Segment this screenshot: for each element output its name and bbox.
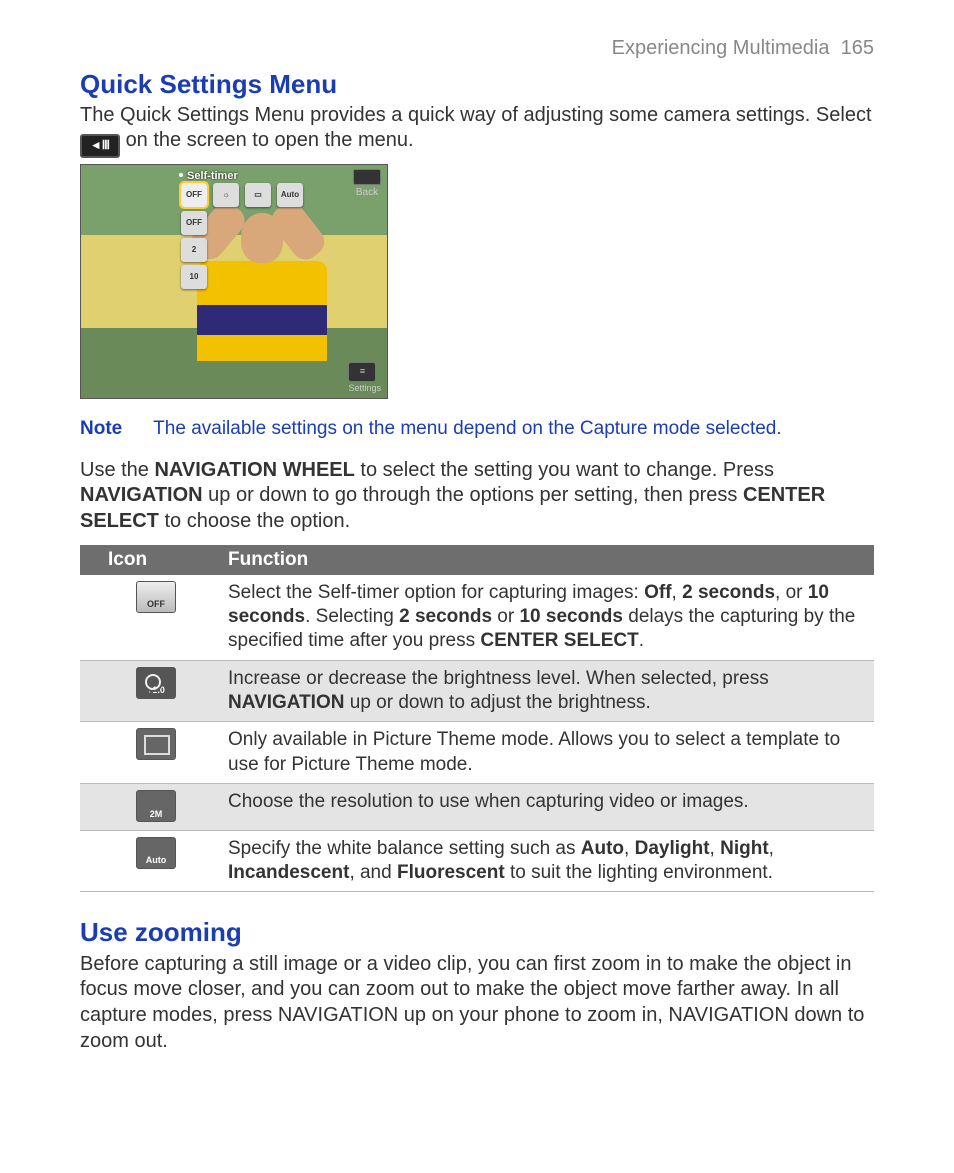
photo-background bbox=[241, 213, 283, 263]
self-timer-off-icon: OFF bbox=[181, 183, 207, 207]
table-row: OFF Select the Self-timer option for cap… bbox=[80, 575, 874, 660]
white-balance-icon: Auto bbox=[136, 837, 176, 869]
instr-c: up or down to go through the options per… bbox=[203, 484, 743, 506]
intro-paragraph: The Quick Settings Menu provides a quick… bbox=[80, 103, 874, 159]
cell-function: Choose the resolution to use when captur… bbox=[218, 784, 874, 831]
table-row: 2M Choose the resolution to use when cap… bbox=[80, 784, 874, 831]
intro-text-a: The Quick Settings Menu provides a quick… bbox=[80, 104, 872, 126]
table-row: Auto Specify the white balance setting s… bbox=[80, 830, 874, 892]
resolution-icon: 2M bbox=[136, 790, 176, 822]
function-table: Icon Function OFF Select the Self-timer … bbox=[80, 545, 874, 893]
brightness-icon: +1.0 bbox=[136, 667, 176, 699]
section-title: Experiencing Multimedia bbox=[612, 37, 830, 59]
cell-function: Specify the white balance setting such a… bbox=[218, 830, 874, 892]
instr-b: to select the setting you want to change… bbox=[355, 459, 774, 481]
heading-quick-settings: Quick Settings Menu bbox=[80, 68, 874, 101]
back-softkey-icon bbox=[353, 169, 381, 185]
cell-function: Increase or decrease the brightness leve… bbox=[218, 660, 874, 722]
back-label: Back bbox=[353, 187, 381, 200]
overlay-side-column: OFF 2 10 bbox=[181, 211, 207, 289]
bullet-icon bbox=[179, 173, 183, 177]
heading-use-zooming: Use zooming bbox=[80, 916, 874, 949]
page-number: 165 bbox=[841, 37, 874, 59]
zoom-paragraph: Before capturing a still image or a vide… bbox=[80, 952, 874, 1054]
cell-function: Only available in Picture Theme mode. Al… bbox=[218, 722, 874, 784]
option-10s-icon: 10 bbox=[181, 265, 207, 289]
instr-d: to choose the option. bbox=[159, 510, 350, 532]
option-off-icon: OFF bbox=[181, 211, 207, 235]
instr-a: Use the bbox=[80, 459, 154, 481]
note-text: The available settings on the menu depen… bbox=[153, 418, 781, 439]
col-function: Function bbox=[218, 545, 874, 575]
table-row: +1.0 Increase or decrease the brightness… bbox=[80, 660, 874, 722]
resolution-icon: ▭ bbox=[245, 183, 271, 207]
menu-toggle-icon: ◄Ⅲ bbox=[80, 134, 120, 158]
settings-button-area: ≡ Settings bbox=[348, 362, 381, 395]
col-icon: Icon bbox=[80, 545, 218, 575]
template-icon bbox=[136, 728, 176, 760]
nav-wheel-term: NAVIGATION WHEEL bbox=[154, 459, 354, 481]
self-timer-icon: OFF bbox=[136, 581, 176, 613]
back-button-area: Back bbox=[353, 169, 381, 200]
overlay-label: Self-timer bbox=[187, 169, 238, 183]
intro-text-b: on the screen to open the menu. bbox=[126, 129, 414, 151]
cell-function: Select the Self-timer option for capturi… bbox=[218, 575, 874, 660]
note-line: Note The available settings on the menu … bbox=[80, 417, 874, 441]
photo-background bbox=[197, 261, 327, 361]
brightness-icon: ☼ bbox=[213, 183, 239, 207]
note-label: Note bbox=[80, 418, 122, 439]
camera-screenshot: Self-timer OFF ☼ ▭ Auto OFF 2 10 Back ≡ … bbox=[80, 164, 388, 399]
page-header: Experiencing Multimedia 165 bbox=[80, 36, 874, 62]
overlay-top-row: OFF ☼ ▭ Auto bbox=[181, 183, 303, 207]
instruction-paragraph: Use the NAVIGATION WHEEL to select the s… bbox=[80, 458, 874, 535]
navigation-term: NAVIGATION bbox=[80, 484, 203, 506]
white-balance-icon: Auto bbox=[277, 183, 303, 207]
option-2s-icon: 2 bbox=[181, 238, 207, 262]
settings-label: Settings bbox=[348, 383, 381, 395]
settings-softkey-icon: ≡ bbox=[348, 362, 376, 382]
table-row: Only available in Picture Theme mode. Al… bbox=[80, 722, 874, 784]
